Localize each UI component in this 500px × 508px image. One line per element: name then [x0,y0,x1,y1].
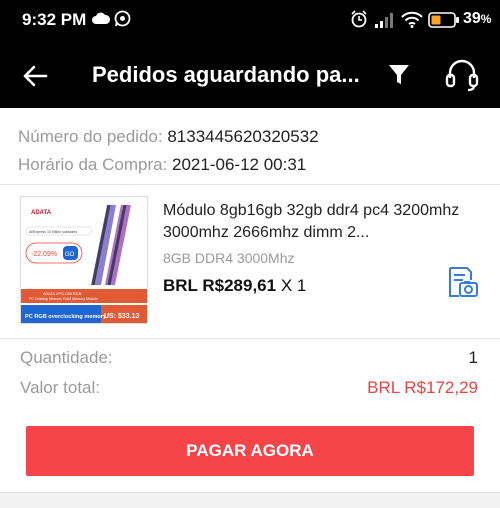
headset-icon[interactable] [444,58,480,92]
alarm-icon [350,10,368,33]
quantity-value: 1 [468,348,478,367]
app-bar: Pedidos aguardando pa... [0,42,500,108]
status-time: 9:32 PM [22,10,87,29]
whatsapp-icon [114,10,131,32]
filter-icon[interactable] [386,62,412,88]
total-value: BRL R$172,29 [367,378,478,397]
page-title: Pedidos aguardando pa... [92,62,360,87]
battery-percent: 39% [463,10,492,27]
order-number-value: 8133445620320532 [167,127,319,146]
product-variant: 8GB DDR4 3000Mhz [163,250,295,266]
pay-now-button[interactable]: PAGAR AGORA [26,426,474,476]
thumb-model-line1: ADATA XPG D50 RGB [43,292,82,296]
product-price-row: BRL R$289,61 X 1 [163,276,306,296]
order-number-row: Número do pedido: 8133445620320532 [18,127,319,147]
divider [0,184,500,185]
thumb-promo: AliExpress 10 billion subsidies [29,230,77,234]
product-quantity: X 1 [280,276,307,295]
product-image[interactable]: ADATA AliExpress 10 billion subsidies -2… [20,196,148,324]
purchase-date-label: Horário da Compra: [18,155,168,174]
thumb-model-line2: PC Desktop Memory RAM Memory Module [29,297,98,301]
wifi-icon [401,11,423,33]
status-bar: 9:32 PM 39% [0,0,500,42]
purchase-date-value: 2021-06-12 00:31 [172,155,307,174]
product-title[interactable]: Módulo 8gb16gb 32gb ddr4 pc4 3200mhz 300… [163,200,483,244]
bottom-separator [0,492,500,508]
thumb-brand: ADATA [31,210,52,216]
product-price: BRL R$289,61 [163,276,277,295]
thumb-footer-price: US: $33.13 [104,313,140,320]
battery-icon [428,12,460,33]
order-number-label: Número do pedido: [18,127,163,146]
purchase-date-row: Horário da Compra: 2021-06-12 00:31 [18,155,306,175]
cloud-icon [92,11,111,30]
receipt-camera-icon[interactable] [445,266,479,300]
thumb-footer: PC RGB overclocking memory [25,314,107,320]
total-label: Valor total: [20,378,101,397]
thumb-go: GO [65,252,75,258]
back-arrow-icon[interactable] [22,63,48,89]
quantity-label: Quantidade: [20,348,113,367]
signal-icon [375,12,395,33]
thumb-discount: -22.09% [31,251,57,258]
divider [0,338,500,339]
